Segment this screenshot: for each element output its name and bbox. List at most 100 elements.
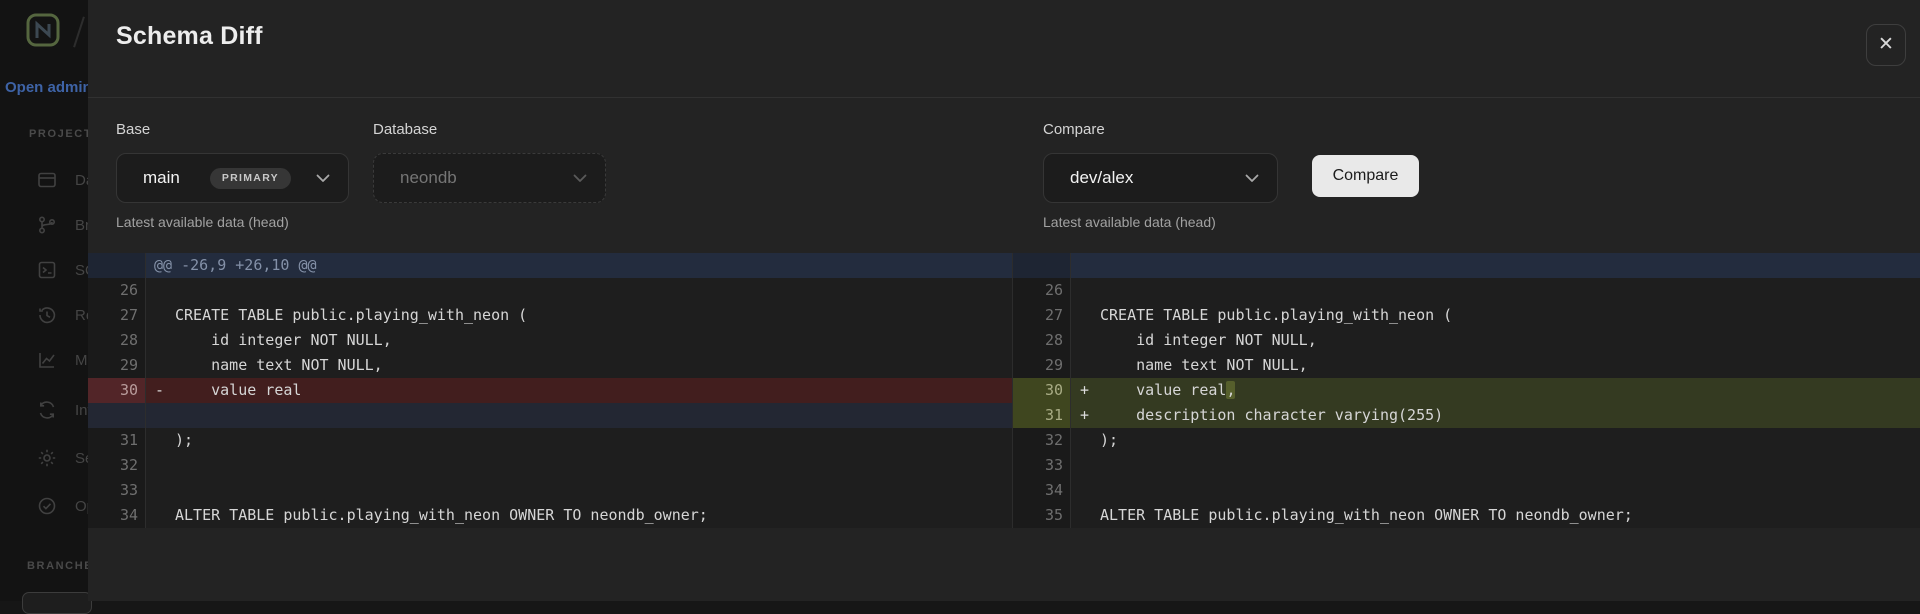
schema-diff-screen: Open admin PROJECT Dashboard Branches SQ… [0,0,1920,601]
base-branch-select[interactable]: main PRIMARY [116,153,349,203]
diff-row: 30+ value real, [1013,378,1920,403]
breadcrumb-slash [73,16,85,47]
neon-logo-icon[interactable] [26,12,60,55]
line-number: 33 [1013,453,1071,478]
diff-row: 26 [1013,278,1920,303]
diff-pane-compare: 2627CREATE TABLE public.playing_with_neo… [1012,253,1920,528]
base-branch-value: main [143,168,180,188]
code-line [1071,453,1920,478]
line-number: 33 [88,478,146,503]
added-marker: + [1080,378,1089,403]
diff-row: 33 [1013,453,1920,478]
line-number: 31 [88,428,146,453]
open-admin-link[interactable]: Open admin [5,79,92,96]
diff-row: 27CREATE TABLE public.playing_with_neon … [1013,303,1920,328]
primary-badge: PRIMARY [210,168,291,189]
base-hint: Latest available data (head) [116,214,289,230]
code-line: CREATE TABLE public.playing_with_neon ( [1071,303,1920,328]
code-line [146,453,1012,478]
restore-icon [36,304,58,326]
diff-row: 32 [88,453,1012,478]
branch-selector[interactable] [22,592,92,614]
code-line: ALTER TABLE public.playing_with_neon OWN… [146,503,1012,528]
code-line [1071,278,1920,303]
diff-row: 34ALTER TABLE public.playing_with_neon O… [88,503,1012,528]
diff-row: 30- value real [88,378,1012,403]
compare-branch-value: dev/alex [1070,168,1133,188]
line-number: 27 [1013,303,1071,328]
line-number: 27 [88,303,146,328]
operations-icon [36,495,58,517]
chevron-down-icon [573,174,587,183]
chevron-down-icon [1245,174,1259,183]
code-line: - value real [146,378,1012,403]
compare-button[interactable]: Compare [1312,155,1419,197]
line-number: 34 [88,503,146,528]
line-number: 32 [1013,428,1071,453]
database-select: neondb [373,153,606,203]
settings-icon [36,447,58,469]
line-number: 30 [1013,378,1071,403]
code-line: @@ -26,9 +26,10 @@ [146,253,1012,278]
code-line: ALTER TABLE public.playing_with_neon OWN… [1071,503,1920,528]
diff-row: 34 [1013,478,1920,503]
word-diff-highlight: , [1226,381,1235,399]
code-line: + value real, [1071,378,1920,403]
code-line: name text NOT NULL, [1071,353,1920,378]
line-number: 31 [1013,403,1071,428]
line-number [88,403,146,428]
line-number: 29 [88,353,146,378]
line-number: 28 [1013,328,1071,353]
code-line [1071,253,1920,278]
diff-row: 31); [88,428,1012,453]
compare-branch-select[interactable]: dev/alex [1043,153,1278,203]
code-line: ); [146,428,1012,453]
sql-editor-icon [36,259,58,281]
code-line: ); [1071,428,1920,453]
diff-row: 31+ description character varying(255) [1013,403,1920,428]
code-line [146,278,1012,303]
line-number: 26 [88,278,146,303]
diff-row: 32); [1013,428,1920,453]
line-number: 34 [1013,478,1071,503]
diff-row: 28 id integer NOT NULL, [1013,328,1920,353]
schema-diff-modal: Schema Diff ✕ Base Database Compare main… [88,0,1920,601]
line-number: 35 [1013,503,1071,528]
code-line: name text NOT NULL, [146,353,1012,378]
diff-row: 35ALTER TABLE public.playing_with_neon O… [1013,503,1920,528]
chevron-down-icon [316,174,330,183]
project-section-label: PROJECT [29,128,92,140]
line-number [1013,253,1071,278]
close-button[interactable]: ✕ [1866,24,1906,66]
branches-icon [36,214,58,236]
app-sidebar: Open admin PROJECT Dashboard Branches SQ… [0,0,88,601]
code-line [146,478,1012,503]
diff-row [88,403,1012,428]
diff-row: 27CREATE TABLE public.playing_with_neon … [88,303,1012,328]
line-number: 29 [1013,353,1071,378]
line-number [88,253,146,278]
diff-pane-base: @@ -26,9 +26,10 @@2627CREATE TABLE publi… [88,253,1012,528]
database-label: Database [373,121,437,138]
dashboard-icon [36,169,58,191]
base-label: Base [116,121,150,138]
diff-row: 28 id integer NOT NULL, [88,328,1012,353]
added-marker: + [1080,403,1089,428]
integrations-icon [36,399,58,421]
compare-label: Compare [1043,121,1105,138]
code-line: + description character varying(255) [1071,403,1920,428]
diff-row: 33 [88,478,1012,503]
diff-row: 29 name text NOT NULL, [1013,353,1920,378]
code-line [146,403,1012,428]
monitoring-icon [36,349,58,371]
modal-title: Schema Diff [116,22,263,51]
diff-row: 29 name text NOT NULL, [88,353,1012,378]
code-line [1071,478,1920,503]
code-line: CREATE TABLE public.playing_with_neon ( [146,303,1012,328]
diff-viewer[interactable]: @@ -26,9 +26,10 @@2627CREATE TABLE publi… [88,253,1920,528]
line-number: 32 [88,453,146,478]
diff-row [1013,253,1920,278]
compare-hint: Latest available data (head) [1043,214,1216,230]
line-number: 28 [88,328,146,353]
line-number: 30 [88,378,146,403]
